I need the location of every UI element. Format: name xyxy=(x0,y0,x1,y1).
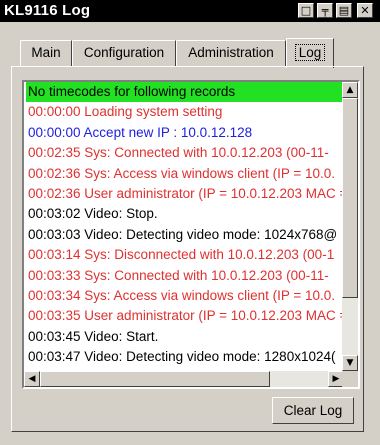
log-entry[interactable]: 00:00:00 Accept new IP : 10.0.12.128 xyxy=(26,123,342,143)
pin-icon[interactable]: ╤ xyxy=(317,3,333,18)
vertical-scroll-thumb[interactable] xyxy=(342,98,358,298)
scroll-down-icon[interactable]: ▼ xyxy=(342,355,358,371)
scrollbar-corner xyxy=(342,371,358,387)
tab-configuration[interactable]: Configuration xyxy=(72,40,176,66)
log-entry[interactable]: 00:03:33 Sys: Connected with 10.0.12.203… xyxy=(26,266,342,286)
log-entry[interactable]: 00:03:45 Video: Start. xyxy=(26,327,342,347)
scroll-left-icon[interactable]: ◀ xyxy=(24,371,40,387)
tab-log[interactable]: Log xyxy=(286,38,334,68)
log-entry[interactable]: 00:03:34 Sys: Access via windows client … xyxy=(26,286,342,306)
log-entry[interactable]: 00:03:03 Video: Detecting video mode: 10… xyxy=(26,225,342,245)
close-icon[interactable]: ✕ xyxy=(357,3,373,18)
window-title: KL9116 Log xyxy=(4,2,91,19)
restore-icon[interactable]: □ xyxy=(298,3,314,18)
scroll-up-icon[interactable]: ▲ xyxy=(342,82,358,98)
vertical-scrollbar[interactable]: ▲ ▼ xyxy=(342,82,358,371)
log-entry[interactable]: 00:03:14 Sys: Disconnected with 10.0.12.… xyxy=(26,245,342,265)
tab-administration-label: Administration xyxy=(188,45,274,60)
log-entry[interactable]: 00:02:36 User administrator (IP = 10.0.1… xyxy=(26,184,342,204)
title-bar[interactable]: KL9116 Log □ ╤ ▤ ✕ xyxy=(0,0,380,22)
log-listbox[interactable]: No timecodes for following records 00:00… xyxy=(22,80,360,389)
tab-configuration-label: Configuration xyxy=(83,45,165,60)
log-entry[interactable]: 00:02:35 Sys: Connected with 10.0.12.203… xyxy=(26,143,342,163)
tab-log-label: Log xyxy=(294,44,326,61)
tab-main[interactable]: Main xyxy=(20,40,72,66)
clear-log-button[interactable]: Clear Log xyxy=(272,397,354,424)
horizontal-scroll-thumb[interactable] xyxy=(40,371,270,387)
tab-administration[interactable]: Administration xyxy=(176,40,286,66)
log-entry[interactable]: 00:00:00 Loading system setting xyxy=(26,102,342,122)
log-entry[interactable]: 00:03:02 Video: Stop. xyxy=(26,204,342,224)
tab-main-label: Main xyxy=(31,45,61,60)
log-lines: No timecodes for following records 00:00… xyxy=(26,82,342,367)
export-icon[interactable]: ▤ xyxy=(336,3,352,18)
log-entry[interactable]: 00:03:47 Video: Detecting video mode: 12… xyxy=(26,347,342,367)
log-entry[interactable]: 00:02:36 Sys: Access via windows client … xyxy=(26,164,342,184)
log-header-row[interactable]: No timecodes for following records xyxy=(26,82,342,103)
horizontal-scrollbar[interactable]: ◀ ▶ xyxy=(24,371,344,387)
log-entry[interactable]: 00:03:35 User administrator (IP = 10.0.1… xyxy=(26,306,342,326)
